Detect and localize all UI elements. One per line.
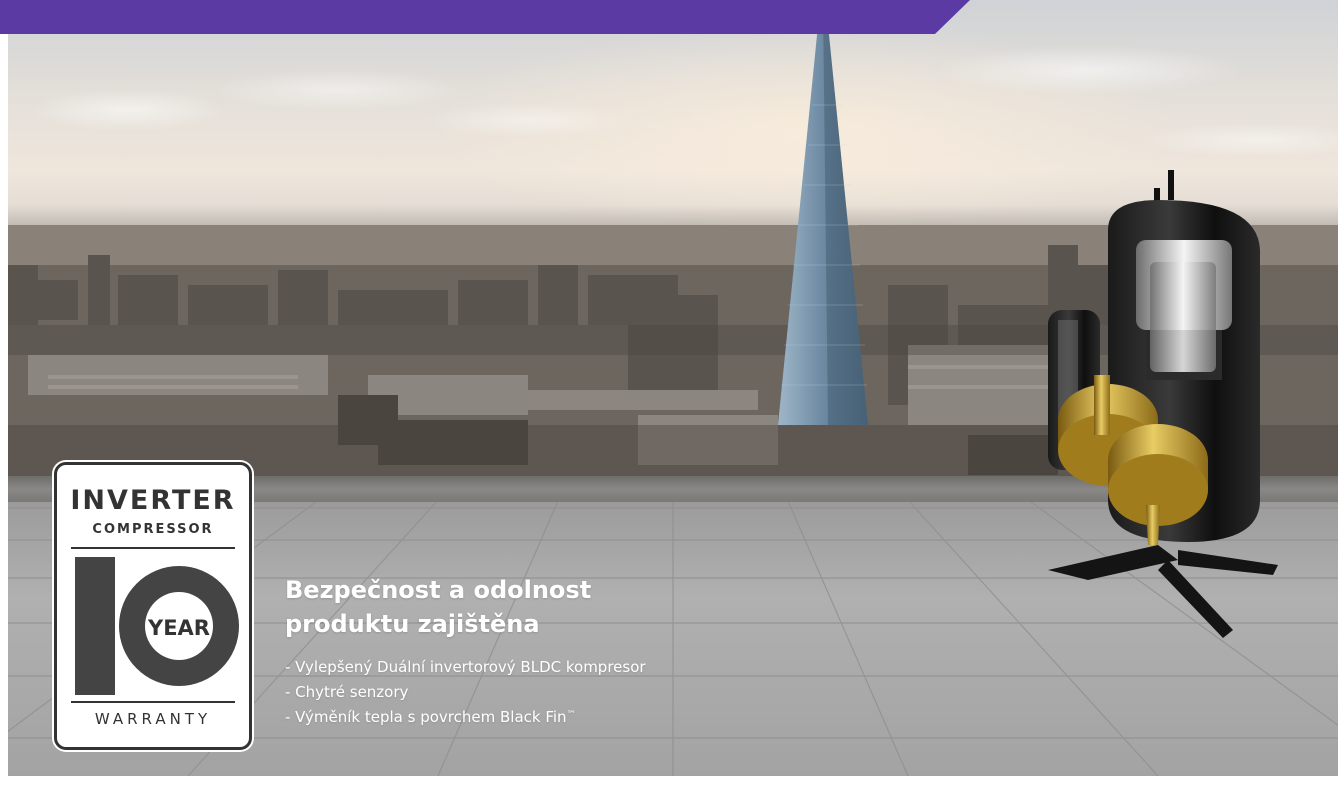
feature-item: - Chytré senzory: [285, 683, 409, 701]
headline: Bezpečnost a odolnost produktu zajištěna: [285, 573, 705, 641]
feature-item: - Výměník tepla s povrchem Black Fin™: [285, 705, 805, 730]
badge-divider-bottom: [71, 701, 235, 703]
badge-footer: WARRANTY: [94, 710, 212, 728]
feature-item: - Vylepšený Duální invertorový BLDC komp…: [285, 658, 646, 676]
headline-line-1: Bezpečnost a odolnost: [285, 576, 592, 604]
skyscraper-illustration: [778, 5, 868, 425]
warranty-badge: INVERTER COMPRESSOR YEAR WARRANTY: [54, 462, 252, 750]
top-purple-banner: [0, 0, 970, 34]
ten-year-mark: YEAR: [75, 557, 239, 695]
badge-divider: [71, 547, 235, 549]
feature-item-text: - Výměník tepla s povrchem Black Fin: [285, 708, 567, 726]
badge-subtitle: COMPRESSOR: [92, 522, 214, 537]
badge-title: INVERTER: [70, 485, 236, 516]
badge-year: YEAR: [147, 616, 210, 640]
trademark-symbol: ™: [566, 710, 576, 720]
banner-stage: INVERTER COMPRESSOR YEAR WARRANTY Bezpeč…: [0, 0, 1338, 793]
headline-line-2: produktu zajištěna: [285, 610, 540, 638]
compressor-illustration: [1048, 170, 1278, 638]
feature-list: - Vylepšený Duální invertorový BLDC komp…: [285, 655, 805, 730]
